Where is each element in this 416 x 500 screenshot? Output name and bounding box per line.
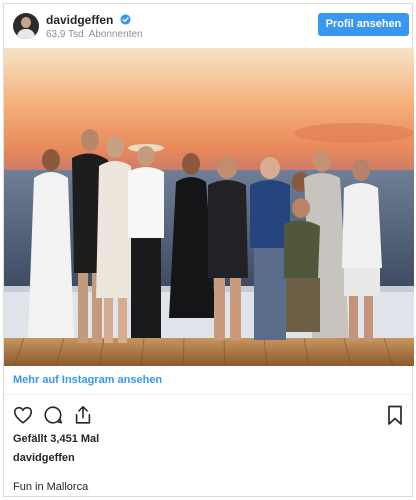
view-profile-button[interactable]: Profil ansehen	[318, 13, 409, 36]
avatar[interactable]	[13, 13, 39, 39]
comment-icon[interactable]	[42, 404, 64, 426]
like-count: Gefällt 3,451 Mal	[13, 433, 100, 445]
bookmark-icon[interactable]	[385, 404, 405, 426]
username[interactable]: davidgeffen	[46, 13, 131, 27]
verified-badge-icon	[120, 14, 131, 25]
share-icon[interactable]	[72, 404, 94, 426]
caption-text: Fun in Mallorca	[13, 481, 89, 493]
caption-username[interactable]: davidgeffen	[13, 452, 75, 464]
instagram-embed-card: davidgeffen 63,9 Tsd. Abonnenten Profil …	[3, 3, 414, 497]
photo-scene	[4, 48, 414, 366]
post-photo[interactable]	[4, 48, 414, 366]
post-header: davidgeffen 63,9 Tsd. Abonnenten Profil …	[4, 4, 412, 46]
heart-icon[interactable]	[12, 404, 34, 426]
view-more-on-instagram-link[interactable]: Mehr auf Instagram ansehen	[13, 374, 162, 386]
divider	[4, 394, 412, 395]
follower-count: 63,9 Tsd. Abonnenten	[46, 29, 143, 40]
username-label[interactable]: davidgeffen	[46, 13, 113, 27]
